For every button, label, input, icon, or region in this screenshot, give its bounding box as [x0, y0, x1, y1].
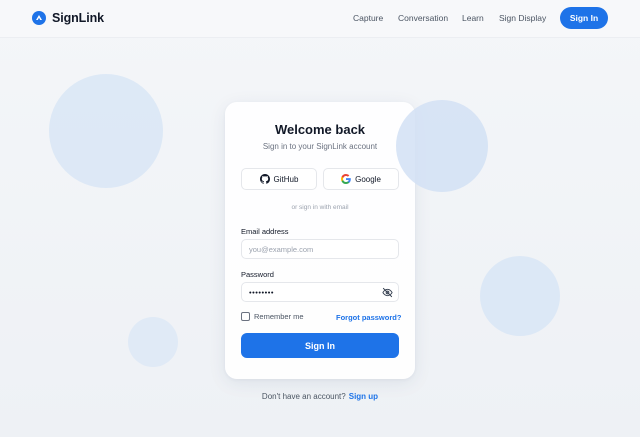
remember-me-checkbox[interactable]: [241, 312, 250, 321]
nav-item-capture[interactable]: Capture: [353, 13, 383, 23]
card-subtitle: Sign in to your SignLink account: [262, 142, 378, 151]
github-label: GitHub: [273, 174, 299, 184]
decorative-circle: [128, 317, 178, 367]
nav-item-conversation[interactable]: Conversation: [398, 13, 448, 23]
decorative-circle: [480, 256, 560, 336]
decorative-circle: [396, 100, 488, 192]
remember-me[interactable]: Remember me: [241, 312, 304, 321]
brand-logo[interactable]: SignLink: [32, 11, 104, 25]
sign-in-card: Welcome back Sign in to your SignLink ac…: [225, 102, 415, 379]
google-icon: [341, 174, 351, 184]
nav-item-sign-display[interactable]: Sign Display: [499, 13, 546, 23]
forgot-password-link[interactable]: Forgot password?: [336, 313, 401, 322]
password-field[interactable]: [241, 282, 399, 302]
email-field[interactable]: [241, 239, 399, 259]
email-label: Email address: [241, 227, 289, 236]
sign-in-button[interactable]: Sign In: [241, 333, 399, 358]
google-sign-in-button[interactable]: Google: [323, 168, 399, 190]
hand-arrow-icon: [32, 11, 46, 25]
signup-prompt-text: Don't have an account?: [261, 392, 346, 401]
signup-prompt: Don't have an account? Sign up: [0, 392, 640, 401]
password-label: Password: [241, 270, 274, 279]
github-sign-in-button[interactable]: GitHub: [241, 168, 317, 190]
eye-off-icon[interactable]: [382, 287, 393, 298]
top-navbar: SignLink Capture Conversation Learn Sign…: [0, 0, 640, 38]
github-icon: [259, 174, 270, 184]
card-title: Welcome back: [274, 122, 366, 137]
sign-up-link[interactable]: Sign up: [349, 392, 378, 401]
brand-name: SignLink: [52, 11, 104, 25]
remember-me-label: Remember me: [254, 312, 304, 321]
email-divider-text: or sign in with email: [291, 204, 349, 211]
decorative-circle: [49, 74, 163, 188]
google-label: Google: [355, 174, 381, 184]
nav-item-learn[interactable]: Learn: [462, 13, 484, 23]
header-sign-in-button[interactable]: Sign In: [560, 7, 608, 29]
